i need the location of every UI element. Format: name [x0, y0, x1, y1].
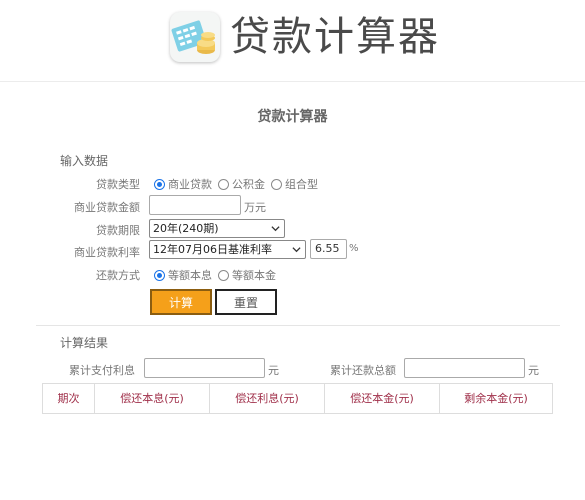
loan-type-radio-group: 商业贷款 公积金 组合型 — [154, 176, 324, 192]
total-payment-unit: 元 — [528, 364, 539, 377]
radio-checked-icon[interactable] — [154, 269, 165, 281]
app-title: 贷款计算器 — [230, 14, 440, 60]
result-table: 期次 偿还本息(元) 偿还利息(元) 偿还本金(元) 剩余本金(元) — [42, 383, 553, 414]
table-header-interest: 偿还利息(元) — [210, 384, 325, 413]
loan-term-label: 贷款期限 — [96, 224, 140, 237]
table-header-payment: 偿还本息(元) — [95, 384, 210, 413]
loan-amount-unit: 万元 — [244, 201, 266, 214]
total-interest-label: 累计支付利息 — [69, 364, 135, 377]
input-section-label: 输入数据 — [60, 154, 109, 168]
table-header-principal: 偿还本金(元) — [325, 384, 440, 413]
loan-type-fund-radio[interactable]: 公积金 — [218, 176, 265, 192]
loan-rate-input[interactable]: 6.55 — [310, 239, 347, 259]
total-payment-input[interactable] — [404, 358, 525, 378]
total-interest-unit: 元 — [268, 364, 279, 377]
radio-unchecked-icon[interactable] — [271, 178, 282, 190]
loan-type-combined-radio[interactable]: 组合型 — [271, 176, 318, 192]
repayment-equal-principal-radio[interactable]: 等额本金 — [218, 267, 276, 283]
loan-rate-unit: % — [349, 243, 359, 254]
total-interest-input[interactable] — [144, 358, 265, 378]
radio-checked-icon[interactable] — [154, 178, 165, 190]
loan-amount-label: 商业贷款金额 — [74, 201, 140, 214]
loan-rate-label: 商业贷款利率 — [74, 246, 140, 259]
table-header-remaining: 剩余本金(元) — [464, 392, 528, 405]
table-header-period: 期次 — [43, 384, 95, 413]
radio-unchecked-icon[interactable] — [218, 269, 229, 281]
total-payment-label: 累计还款总额 — [330, 364, 396, 377]
repayment-method-label: 还款方式 — [96, 269, 140, 282]
page-title: 贷款计算器 — [257, 109, 328, 125]
loan-amount-input[interactable] — [149, 195, 241, 215]
section-divider — [36, 325, 560, 326]
loan-term-select[interactable]: 20年(240期) — [149, 219, 285, 238]
chevron-down-icon — [292, 247, 301, 253]
loan-rate-select[interactable]: 12年07月06日基准利率 — [149, 240, 306, 259]
repayment-equal-installment-radio[interactable]: 等额本息 — [154, 267, 212, 283]
calculator-coins-icon — [170, 12, 220, 62]
loan-type-label: 贷款类型 — [96, 178, 140, 191]
calculate-button[interactable]: 计算 — [150, 289, 212, 315]
result-section-label: 计算结果 — [60, 336, 109, 350]
repayment-radio-group: 等额本息 等额本金 — [154, 267, 282, 283]
chevron-down-icon — [271, 226, 280, 232]
app-header: 贷款计算器 — [0, 0, 585, 82]
radio-unchecked-icon[interactable] — [218, 178, 229, 190]
reset-button[interactable]: 重置 — [215, 289, 277, 315]
loan-type-commercial-radio[interactable]: 商业贷款 — [154, 176, 212, 192]
